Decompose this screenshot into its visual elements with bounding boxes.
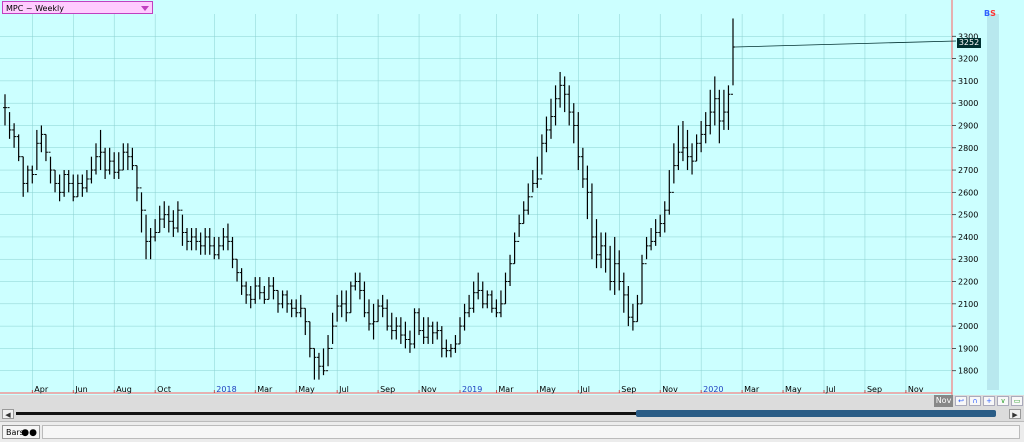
dropdown-arrow-icon <box>141 6 149 11</box>
y-tick-label: 3200 <box>958 55 978 64</box>
x-tick-label: Sep <box>380 385 395 394</box>
x-tick-label: Mar <box>257 385 273 394</box>
right-axis-strip <box>987 14 999 390</box>
x-tick-label: Jul <box>825 385 836 394</box>
last-price-pointer <box>734 40 957 48</box>
y-tick-label: 2300 <box>958 255 978 264</box>
x-tick-label: 2018 <box>216 385 236 394</box>
restore-icon[interactable]: ↩ <box>955 396 967 406</box>
x-tick-label: Jul <box>338 385 349 394</box>
sell-badge: S <box>990 9 996 18</box>
x-tick-label: Sep <box>621 385 636 394</box>
study-panel-field[interactable] <box>42 425 1020 439</box>
buy-sell-badge[interactable]: BS <box>984 9 1000 19</box>
x-tick-label: Apr <box>34 385 49 394</box>
y-tick-label: 2800 <box>958 144 978 153</box>
x-tick-label: Jun <box>74 385 88 394</box>
y-tick-label: 2900 <box>958 121 978 130</box>
y-tick-label: 1900 <box>958 344 978 353</box>
y-tick-label: 3100 <box>958 77 978 86</box>
y-tick-label: 2000 <box>958 322 978 331</box>
symbol-label: MPC ~ Weekly <box>6 4 64 13</box>
price-chart: 1800 1900 2000 2100 2200 2300 2400 2500 2600 2700… <box>0 0 999 395</box>
chart-area: 1800 1900 2000 2100 2200 2300 2400 2500 2600 2700… <box>0 0 1024 395</box>
scroll-left-button[interactable]: ◀ <box>2 409 14 419</box>
y-tick-label: 2100 <box>958 300 978 309</box>
zoom-in-icon[interactable]: + <box>983 396 995 406</box>
x-tick-label: Nov <box>421 385 437 394</box>
y-tick-label: 2500 <box>958 211 978 220</box>
x-tick-label: Nov <box>908 385 924 394</box>
x-tick-label: May <box>539 385 556 394</box>
trend-icon[interactable]: ∩ <box>969 396 981 406</box>
time-scroll-row: ◀ ▶ Nov ↩ ∩ + ∨ ▭ <box>0 395 1024 421</box>
scroll-thumb[interactable] <box>636 410 996 417</box>
y-tick-label: 2600 <box>958 188 978 197</box>
link-icon: ●● <box>21 428 37 438</box>
symbol-selector[interactable]: MPC ~ Weekly <box>2 1 153 14</box>
last-price-tag: 3252 <box>957 38 981 48</box>
y-tick-label: 3000 <box>958 99 978 108</box>
bottom-bar: Bars ●● <box>0 421 1024 442</box>
y-tick-label: 2200 <box>958 278 978 287</box>
x-tick-label: Oct <box>157 385 171 394</box>
y-tick-label: 1800 <box>958 367 978 376</box>
x-tick-label: May <box>298 385 315 394</box>
current-period-tab[interactable]: Nov <box>934 395 953 407</box>
scroll-right-button[interactable]: ▶ <box>1009 409 1021 419</box>
x-tick-label: Nov <box>662 385 678 394</box>
y-tick-label: 2400 <box>958 233 978 242</box>
bars-selector[interactable]: Bars ●● <box>2 425 40 439</box>
x-tick-label: Mar <box>744 385 760 394</box>
x-tick-label: May <box>785 385 802 394</box>
x-tick-label: 2020 <box>703 385 723 394</box>
x-tick-label: 2019 <box>462 385 482 394</box>
calendar-icon[interactable]: ▭ <box>1011 396 1023 406</box>
x-tick-label: Sep <box>867 385 882 394</box>
x-tick-label: Mar <box>498 385 514 394</box>
x-tick-label: Aug <box>116 385 132 394</box>
y-tick-label: 2700 <box>958 166 978 175</box>
zoom-out-icon[interactable]: ∨ <box>997 396 1009 406</box>
x-tick-label: Jul <box>579 385 590 394</box>
